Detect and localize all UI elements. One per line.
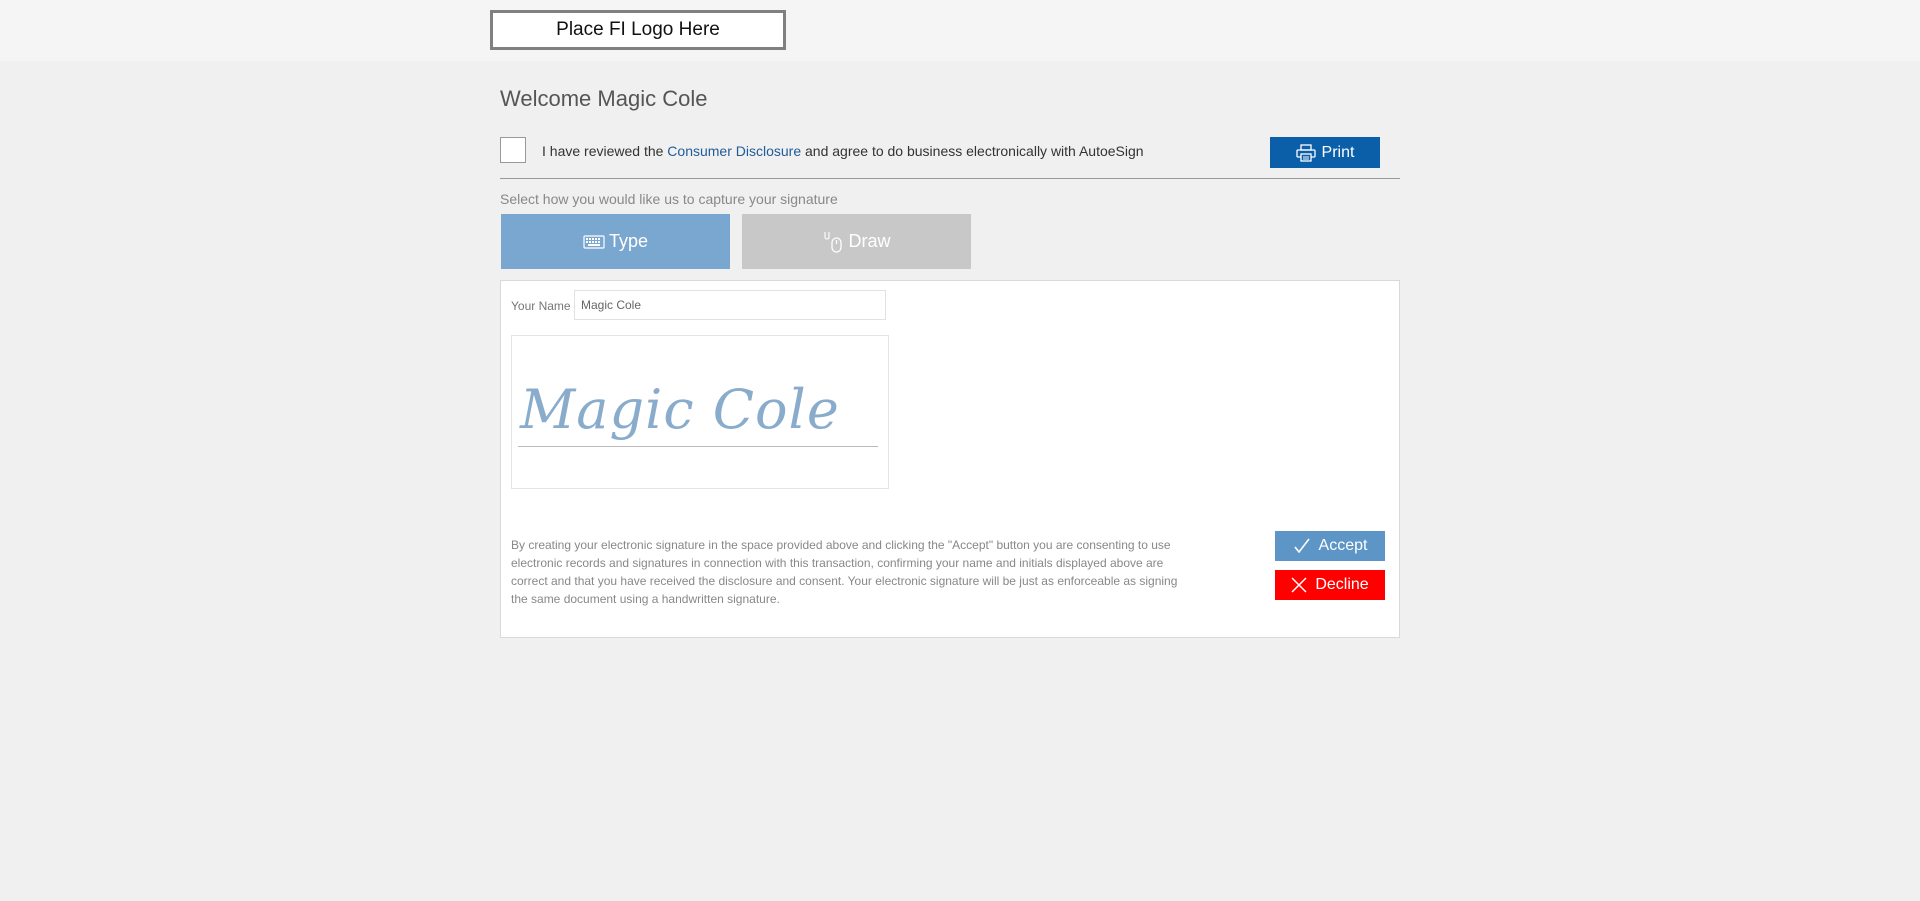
name-input[interactable] — [574, 290, 886, 320]
tab-draw[interactable]: Draw — [742, 214, 971, 269]
tab-draw-label: Draw — [848, 231, 891, 251]
agreement-text-before: I have reviewed the — [542, 143, 668, 159]
print-button[interactable]: Print — [1270, 137, 1380, 168]
agreement-text-after: and agree to do business electronically … — [801, 143, 1144, 159]
signature-text: Magic Cole — [520, 378, 840, 441]
accept-button[interactable]: Accept — [1275, 531, 1385, 561]
print-label: Print — [1321, 143, 1355, 161]
keyboard-icon — [583, 234, 605, 249]
printer-icon — [1295, 143, 1316, 162]
your-name-label: Your Name — [511, 299, 571, 313]
capture-instruction: Select how you would like us to capture … — [500, 191, 838, 207]
accept-label: Accept — [1318, 537, 1368, 554]
checkmark-icon — [1293, 537, 1311, 555]
decline-label: Decline — [1315, 576, 1369, 593]
consent-text: By creating your electronic signature in… — [511, 538, 1178, 606]
agreement-text: I have reviewed the Consumer Disclosure … — [542, 143, 1144, 159]
logo-text: Place FI Logo Here — [556, 19, 720, 40]
consumer-disclosure-link[interactable]: Consumer Disclosure — [667, 143, 801, 159]
logo-placeholder: Place FI Logo Here — [490, 10, 786, 50]
mouse-icon — [822, 230, 844, 254]
top-banner: Place FI Logo Here — [0, 0, 1920, 61]
tab-type-label: Type — [608, 231, 649, 251]
agreement-row: I have reviewed the Consumer Disclosure … — [500, 137, 1400, 167]
x-icon — [1291, 577, 1307, 593]
agree-checkbox[interactable] — [500, 137, 526, 163]
decline-button[interactable]: Decline — [1275, 570, 1385, 600]
header-divider — [500, 178, 1400, 179]
tab-type[interactable]: Type — [501, 214, 730, 269]
signature-line — [518, 446, 878, 447]
signature-preview: Magic Cole — [511, 335, 889, 489]
page-title: Welcome Magic Cole — [500, 86, 708, 111]
